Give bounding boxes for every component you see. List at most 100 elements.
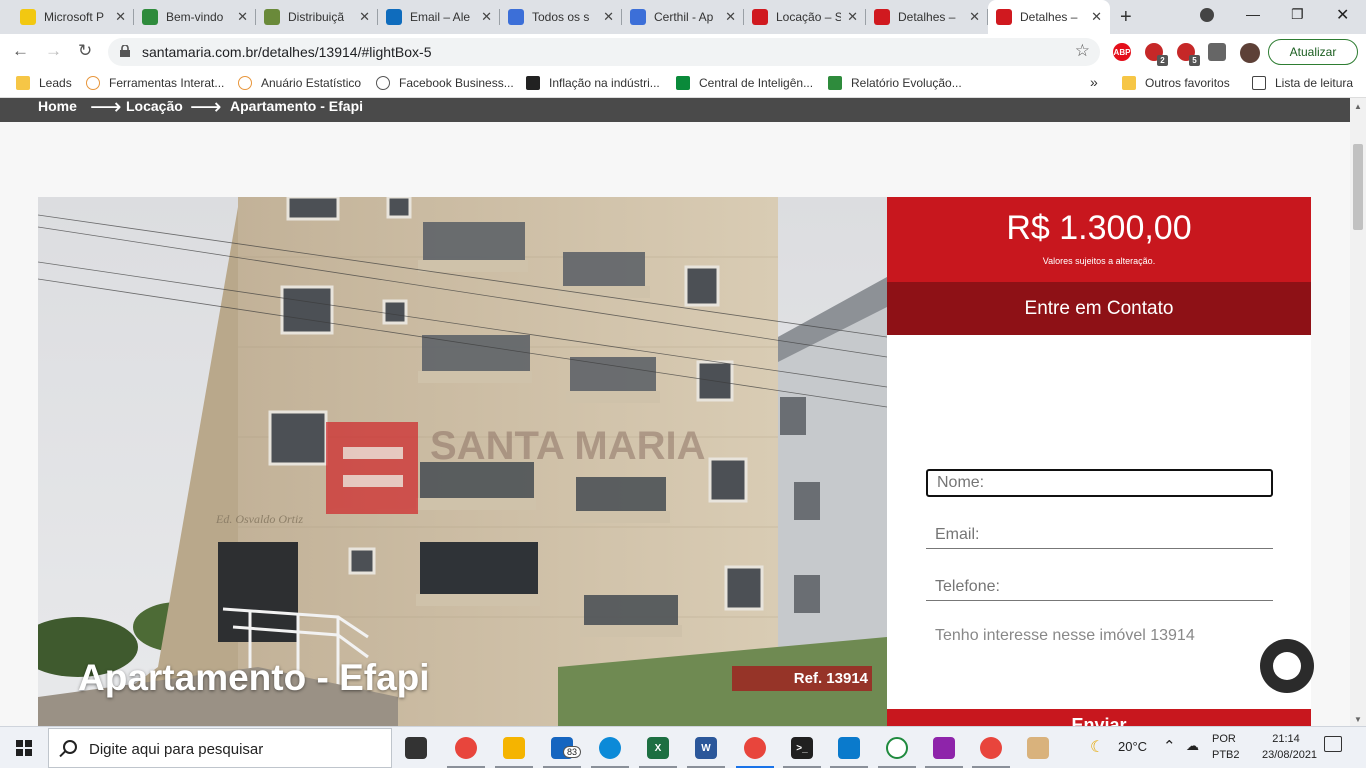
extension-lock-icon[interactable]: 5 — [1177, 43, 1200, 66]
browser-tab[interactable]: Locação – S ✕ — [744, 0, 866, 34]
tab-label: Detalhes – — [1020, 10, 1078, 24]
taskbar-search-box[interactable]: Digite aqui para pesquisar — [48, 728, 392, 768]
bookmark-item[interactable]: Leads — [16, 76, 72, 90]
windows-start-icon[interactable] — [16, 740, 32, 756]
cloud-icon[interactable]: ☁ — [1186, 738, 1199, 754]
close-tab-icon[interactable]: ✕ — [115, 9, 126, 25]
chrome-profile-icon[interactable] — [744, 737, 766, 759]
edge-icon[interactable] — [599, 737, 621, 759]
bookmark-item[interactable]: Relatório Evolução... — [828, 76, 962, 90]
file-explorer-icon[interactable] — [503, 737, 525, 759]
update-button[interactable]: Atualizar — [1268, 39, 1358, 65]
other-favorites-label: Outros favoritos — [1145, 76, 1230, 90]
tab-label: Todos os s — [532, 10, 590, 24]
price-note: Valores sujeitos a alteração. — [1042, 256, 1156, 266]
bookmark-label: Facebook Business... — [399, 76, 514, 90]
tab-search-icon[interactable] — [1200, 8, 1214, 22]
browser-tab[interactable]: Bem-vindo ✕ — [134, 0, 256, 34]
app-letter: X — [654, 742, 662, 754]
adblock-icon[interactable]: ABP — [1113, 43, 1131, 61]
paint-icon[interactable] — [1027, 737, 1049, 759]
task-view-icon[interactable] — [405, 737, 427, 759]
bookmark-item[interactable]: Ferramentas Interat... — [86, 76, 224, 90]
other-favorites-folder[interactable]: Outros favoritos — [1122, 76, 1230, 90]
browser-tab[interactable]: Microsoft P ✕ — [12, 0, 134, 34]
browser-tab[interactable]: Detalhes – ✕ — [866, 0, 988, 34]
chevron-up-icon[interactable]: ⌃ — [1163, 737, 1176, 755]
browser-tab[interactable]: Certhil - Ap ✕ — [622, 0, 744, 34]
property-photo[interactable]: Ed. Osvaldo Ortiz SANTA MARIA Apartament… — [38, 197, 887, 726]
bookmark-item[interactable]: Facebook Business... — [376, 76, 514, 90]
system-clock[interactable]: 21:14 23/08/2021 — [1262, 731, 1317, 763]
search-placeholder: Digite aqui para pesquisar — [89, 741, 264, 758]
address-bar[interactable]: santamaria.com.br/detalhes/13914/#lightB… — [108, 38, 1100, 66]
app-letter: W — [701, 742, 711, 754]
email-field[interactable] — [926, 521, 1273, 549]
scroll-down-icon[interactable]: ▼ — [1354, 715, 1362, 724]
brazil-flag-icon — [142, 9, 158, 25]
price: R$ 1.300,00 — [1006, 209, 1192, 247]
bookmark-green-icon — [676, 76, 690, 90]
app-green-icon[interactable] — [886, 737, 908, 759]
app-colorful-icon[interactable] — [933, 737, 955, 759]
new-tab-button[interactable]: + — [1120, 6, 1132, 29]
weather-icon[interactable]: ☾ — [1090, 737, 1104, 757]
language-indicator[interactable]: POR PTB2 — [1212, 731, 1240, 763]
chrome-secondary-icon[interactable] — [980, 737, 1002, 759]
page-scrollbar[interactable]: ▲ ▼ — [1350, 98, 1366, 726]
close-tab-icon[interactable]: ✕ — [481, 9, 492, 25]
send-button[interactable]: Enviar — [887, 709, 1311, 726]
breadcrumb-rental[interactable]: Locação — [126, 98, 183, 114]
windows-taskbar: Digite aqui para pesquisar 83 X W >_ ☾ 20°C… — [0, 726, 1366, 768]
close-tab-icon[interactable]: ✕ — [847, 9, 858, 25]
close-window-icon[interactable]: ✕ — [1336, 5, 1349, 25]
bookmark-item[interactable]: Central de Inteligên... — [676, 76, 813, 90]
contact-heading: Entre em Contato — [887, 282, 1311, 335]
outlook-icon — [386, 9, 402, 25]
loading-icon — [238, 76, 252, 90]
chat-widget-button[interactable] — [1260, 639, 1314, 693]
tab-label: Certhil - Ap — [654, 10, 714, 24]
maximize-icon[interactable]: ❐ — [1291, 6, 1304, 23]
extension-badge: 5 — [1189, 55, 1200, 66]
close-tab-icon[interactable]: ✕ — [969, 9, 980, 25]
arrow-right-icon: ⟶ — [90, 98, 122, 119]
temperature[interactable]: 20°C — [1118, 739, 1147, 754]
vscode-icon[interactable] — [838, 737, 860, 759]
reading-list-button[interactable]: Lista de leitura — [1252, 76, 1353, 90]
more-bookmarks-button[interactable]: » — [1090, 74, 1098, 90]
minimize-icon[interactable]: — — [1246, 6, 1260, 22]
lock-icon — [120, 45, 130, 57]
close-tab-icon[interactable]: ✕ — [359, 9, 370, 25]
close-tab-icon[interactable]: ✕ — [725, 9, 736, 25]
name-field[interactable] — [926, 469, 1273, 497]
extensions-puzzle-icon[interactable] — [1208, 43, 1226, 61]
browser-tab[interactable]: Detalhes – ✕ — [988, 0, 1110, 34]
reload-icon[interactable]: ↻ — [78, 41, 92, 61]
extension-red-icon[interactable]: 2 — [1145, 43, 1168, 66]
notifications-icon[interactable] — [1324, 736, 1342, 752]
extension-badge: 2 — [1157, 55, 1168, 66]
excel-icon[interactable]: X — [647, 737, 669, 759]
phone-field[interactable] — [926, 573, 1273, 601]
terminal-icon[interactable]: >_ — [791, 737, 813, 759]
scrollbar-thumb[interactable] — [1353, 144, 1363, 230]
browser-tab[interactable]: Todos os s ✕ — [500, 0, 622, 34]
bookmark-star-icon[interactable]: ☆ — [1075, 41, 1090, 61]
browser-tab[interactable]: Email – Ale ✕ — [378, 0, 500, 34]
profile-avatar[interactable] — [1240, 43, 1260, 63]
word-icon[interactable]: W — [695, 737, 717, 759]
breadcrumb-home[interactable]: Home — [38, 98, 77, 114]
close-tab-icon[interactable]: ✕ — [1091, 9, 1102, 25]
close-tab-icon[interactable]: ✕ — [237, 9, 248, 25]
scroll-up-icon[interactable]: ▲ — [1354, 102, 1362, 111]
back-icon[interactable]: ← — [12, 41, 29, 61]
chart-icon — [526, 76, 540, 90]
powerbi-icon — [20, 9, 36, 25]
chrome-icon[interactable] — [455, 737, 477, 759]
forward-icon[interactable]: → — [45, 41, 62, 61]
browser-tab[interactable]: Distribuiçã ✕ — [256, 0, 378, 34]
bookmark-item[interactable]: Inflação na indústri... — [526, 76, 660, 90]
bookmark-item[interactable]: Anuário Estatístico — [238, 76, 361, 90]
close-tab-icon[interactable]: ✕ — [603, 9, 614, 25]
